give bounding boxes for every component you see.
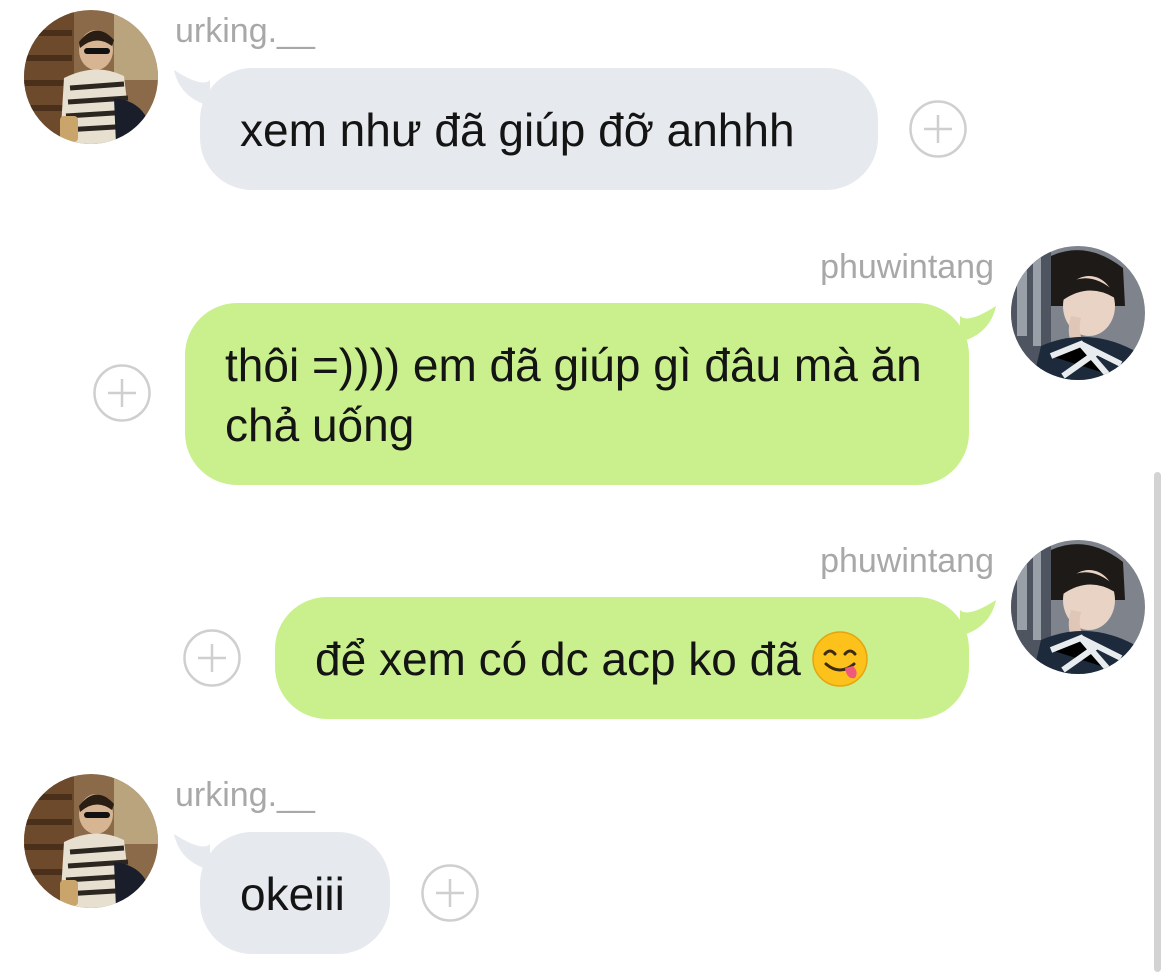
add-reaction-icon[interactable] — [93, 364, 151, 422]
avatar-urking[interactable] — [24, 774, 158, 908]
message-bubble[interactable]: xem như đã giúp đỡ anhhh — [200, 68, 878, 190]
sender-name: urking.__ — [175, 12, 315, 50]
sender-name: phuwintang — [820, 248, 994, 286]
add-reaction-icon[interactable] — [183, 629, 241, 687]
message-text: okeiii — [240, 868, 345, 920]
message-text: xem như đã giúp đỡ anhhh — [240, 104, 795, 156]
add-reaction-icon[interactable] — [909, 100, 967, 158]
sender-name: urking.__ — [175, 776, 315, 814]
face-savoring-food-icon — [812, 631, 868, 687]
message-text: thôi =)))) em đã giúp gì đâu mà ăn chả u… — [225, 339, 922, 451]
message-bubble[interactable]: để xem có dc acp ko đã — [275, 597, 969, 719]
avatar-phuwintang[interactable] — [1011, 246, 1145, 380]
add-reaction-icon[interactable] — [421, 864, 479, 922]
message-bubble[interactable]: okeiii — [200, 832, 390, 954]
scrollbar[interactable] — [1154, 472, 1161, 972]
sender-name: phuwintang — [820, 542, 994, 580]
avatar-urking[interactable] — [24, 10, 158, 144]
message-bubble[interactable]: thôi =)))) em đã giúp gì đâu mà ăn chả u… — [185, 303, 969, 485]
avatar-phuwintang[interactable] — [1011, 540, 1145, 674]
message-text: để xem có dc acp ko đã — [315, 633, 801, 685]
